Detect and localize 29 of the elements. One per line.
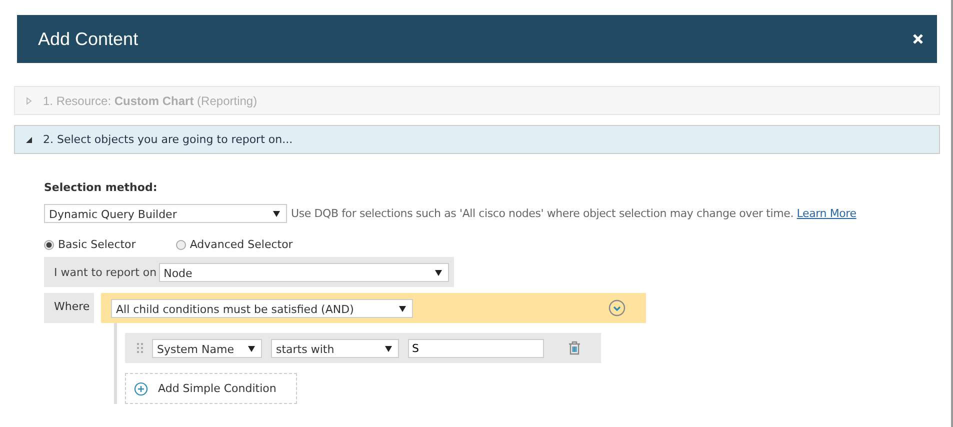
value-input[interactable]: S [408, 338, 544, 358]
report-on-label: I want to report on [54, 266, 157, 278]
chevron-down-icon[interactable] [608, 299, 626, 317]
trash-icon[interactable] [568, 341, 581, 355]
radio-button[interactable] [44, 240, 54, 250]
plus-icon [134, 382, 148, 396]
hint-text: Use DQB for selections such as 'All cisco nodes' where object selection may change over time. Learn More [291, 207, 856, 220]
radio-button[interactable] [176, 240, 186, 250]
expand-arrow-icon [25, 136, 33, 144]
expand-arrow-icon [25, 96, 33, 104]
caret-icon [435, 270, 442, 276]
group-logic-dropdown[interactable]: All child conditions must be satisfied (AND) [111, 298, 413, 318]
operator-dropdown[interactable]: starts with [271, 338, 399, 358]
radio-option[interactable]: Advanced Selector [176, 238, 293, 251]
dialog-title: Add Content [38, 28, 138, 50]
learn-more-link[interactable]: Learn More [796, 207, 856, 220]
step-header[interactable]: 2. Select objects you are going to report on... [14, 125, 940, 154]
radio-option[interactable]: Basic Selector [44, 238, 136, 251]
close-icon[interactable] [913, 34, 923, 44]
drag-handle-icon[interactable] [137, 343, 143, 353]
field-dropdown[interactable]: System Name [152, 338, 262, 358]
object-type-dropdown[interactable]: Node [158, 262, 449, 282]
caret-icon [273, 211, 280, 217]
caret-icon [248, 346, 255, 352]
add-condition-button[interactable]: Add Simple Condition [125, 373, 297, 404]
caret-icon [385, 346, 392, 352]
caret-icon [399, 306, 406, 312]
method-dropdown[interactable]: Dynamic Query Builder [44, 204, 287, 223]
field-label: Selection method: [44, 181, 158, 194]
